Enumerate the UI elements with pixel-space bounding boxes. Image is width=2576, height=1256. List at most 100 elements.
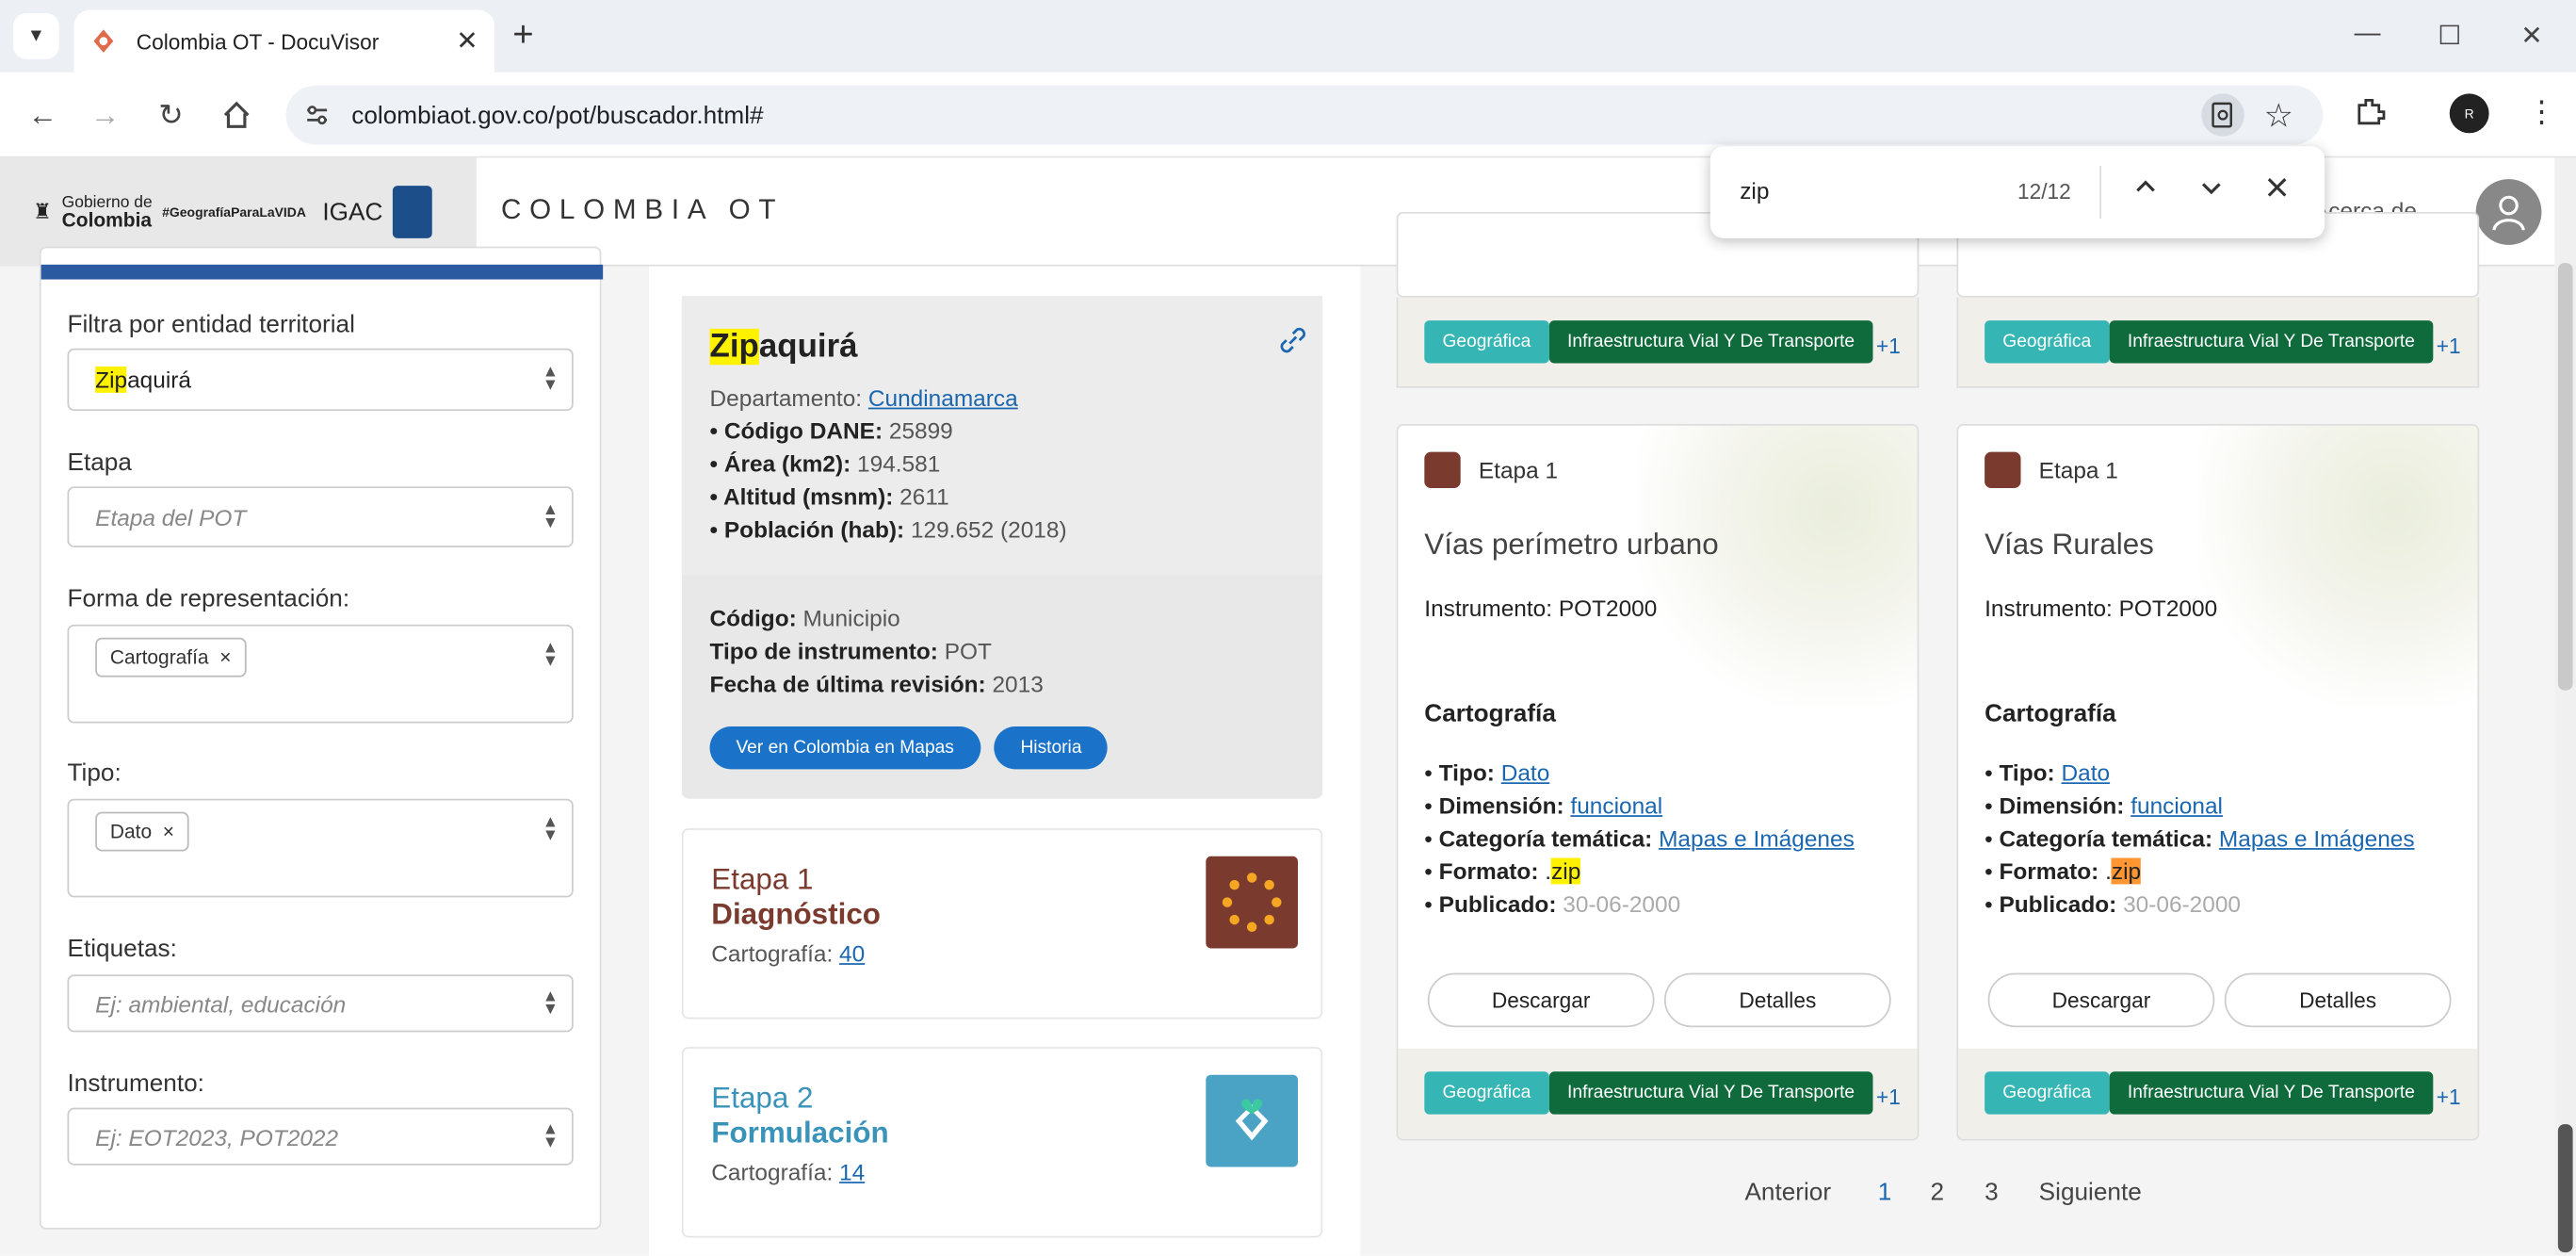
pager-prev[interactable]: Anterior: [1744, 1179, 1831, 1207]
type-link[interactable]: Dato: [1501, 759, 1550, 786]
more-tags[interactable]: +1: [2437, 334, 2461, 358]
stage-count-label: Cartografía:: [711, 1158, 834, 1185]
home-icon[interactable]: [217, 95, 256, 135]
igac-logo: IGAC: [322, 198, 383, 226]
back-icon[interactable]: ←: [23, 95, 62, 135]
pager-page-2[interactable]: 2: [1931, 1179, 1945, 1207]
published-label: Publicado:: [1999, 890, 2117, 918]
card-format-row: • Formato: .zip: [1985, 857, 2142, 885]
stage-count-link[interactable]: 14: [839, 1159, 865, 1185]
address-bar[interactable]: colombiaot.gov.co/pot/buscador.html#: [285, 85, 2324, 145]
extensions-icon[interactable]: [2355, 95, 2388, 137]
find-close-icon[interactable]: [2262, 172, 2292, 210]
browser-menu-icon[interactable]: ⋮: [2527, 95, 2556, 130]
link-icon[interactable]: [1276, 324, 1309, 357]
card-section: Cartografía: [1424, 700, 1556, 728]
published-value: 30-06-2000: [2123, 890, 2242, 918]
scrollbar-thumb-bottom[interactable]: [2557, 1124, 2573, 1253]
stage-count-link[interactable]: 40: [839, 940, 865, 967]
tag-geografica[interactable]: Geográfica: [1985, 320, 2110, 364]
site-info-icon[interactable]: [302, 100, 332, 138]
find-in-page-icon[interactable]: [2201, 93, 2244, 137]
download-button[interactable]: Descargar: [1427, 972, 1655, 1028]
formulation-icon: [1206, 1074, 1298, 1167]
bookmark-star-icon[interactable]: ☆: [2264, 95, 2293, 137]
more-tags[interactable]: +1: [1876, 1085, 1901, 1109]
reload-icon[interactable]: ↻: [151, 95, 190, 135]
document-card: Etapa 1 Vías Rurales Instrumento: POT200…: [1956, 424, 2480, 1141]
tag-infraestructura[interactable]: Infraestructura Vial Y De Transporte: [1548, 1071, 1873, 1115]
type-label: Tipo:: [1999, 758, 2055, 786]
type-link[interactable]: Dato: [2061, 759, 2110, 786]
scrollbar-thumb[interactable]: [2557, 263, 2573, 691]
representation-select[interactable]: Cartografía × ▲ ▼: [67, 624, 574, 724]
profile-avatar[interactable]: R: [2449, 93, 2489, 134]
tag-infraestructura[interactable]: Infraestructura Vial Y De Transporte: [1548, 320, 1873, 364]
tag-geografica[interactable]: Geográfica: [1985, 1071, 2110, 1115]
chip-remove-icon[interactable]: ×: [163, 820, 174, 842]
tags-input[interactable]: Ej: ambiental, educación ▲ ▼: [67, 974, 574, 1033]
tag-infraestructura[interactable]: Infraestructura Vial Y De Transporte: [2109, 1071, 2434, 1115]
stage-card-2[interactable]: Etapa 2 Formulación Cartografía: 14: [681, 1047, 1323, 1238]
dimension-link[interactable]: funcional: [2130, 792, 2223, 819]
code-row: Código: Municipio: [710, 605, 900, 631]
browser-tab[interactable]: Colombia OT - DocuVisor ✕: [73, 9, 495, 73]
department-row: Departamento: Cundinamarca: [710, 384, 1018, 411]
igac-seal-icon: [392, 186, 432, 238]
minimize-icon[interactable]: —: [2342, 20, 2391, 49]
window-close-icon[interactable]: ✕: [2507, 20, 2556, 53]
card-category-row: • Categoría temática: Mapas e Imágenes: [1985, 824, 2415, 852]
card-footer: Geográfica Infraestructura Vial Y De Tra…: [1398, 1048, 1918, 1139]
tag-geografica[interactable]: Geográfica: [1424, 1071, 1549, 1115]
category-link[interactable]: Mapas e Imágenes: [2219, 825, 2415, 852]
download-button[interactable]: Descargar: [1987, 972, 2215, 1028]
department-link[interactable]: Cundinamarca: [868, 384, 1018, 411]
find-count: 12/12: [2017, 179, 2071, 204]
details-button[interactable]: Detalles: [2224, 972, 2452, 1028]
stage-select[interactable]: Etapa del POT ▲ ▼: [67, 486, 574, 547]
dane-value: 25899: [888, 417, 953, 444]
card-title: Vías Rurales: [1985, 527, 2154, 561]
stage-number: Etapa 1: [711, 862, 814, 896]
card-title: Vías perímetro urbano: [1424, 527, 1719, 561]
entity-select[interactable]: Zipaquirá ▲ ▼: [67, 348, 574, 412]
find-next-icon[interactable]: [2196, 172, 2226, 210]
type-filter-label: Tipo:: [67, 758, 122, 788]
history-button[interactable]: Historia: [994, 726, 1109, 770]
dimension-link[interactable]: funcional: [1570, 792, 1662, 819]
user-avatar[interactable]: [2475, 179, 2542, 245]
forward-icon[interactable]: →: [86, 95, 125, 135]
new-tab-button[interactable]: +: [512, 13, 533, 56]
more-tags[interactable]: +1: [2437, 1085, 2461, 1109]
category-link[interactable]: Mapas e Imágenes: [1659, 825, 1855, 852]
format-value: zip: [1551, 857, 1581, 885]
tab-list-button[interactable]: ▼: [12, 12, 59, 59]
pager-next[interactable]: Siguiente: [2039, 1179, 2142, 1207]
instrument-label: Tipo de instrumento:: [709, 637, 938, 664]
instrument-input[interactable]: Ej: EOT2023, POT2022 ▲ ▼: [67, 1107, 574, 1166]
tag-infraestructura[interactable]: Infraestructura Vial Y De Transporte: [2109, 320, 2434, 364]
pager-page-3[interactable]: 3: [1985, 1179, 1999, 1207]
card-dimension-row: • Dimensión: funcional: [1985, 791, 2223, 819]
card-dimension-row: • Dimensión: funcional: [1424, 791, 1663, 819]
user-icon: [2492, 195, 2525, 231]
details-button[interactable]: Detalles: [1663, 972, 1891, 1028]
more-tags[interactable]: +1: [1876, 334, 1901, 358]
chip-remove-icon[interactable]: ×: [219, 646, 231, 669]
stage-card-1[interactable]: Etapa 1 Diagnóstico Cartografía: 40: [681, 828, 1323, 1019]
chip-label: Dato: [109, 820, 153, 843]
pager-page-1[interactable]: 1: [1878, 1179, 1892, 1207]
tag-geografica[interactable]: Geográfica: [1424, 320, 1549, 364]
type-select[interactable]: Dato × ▲ ▼: [67, 798, 574, 898]
revision-label: Fecha de última revisión:: [709, 670, 986, 697]
find-input[interactable]: zip: [1740, 177, 1769, 204]
view-maps-button[interactable]: Ver en Colombia en Mapas: [709, 726, 980, 770]
tags-placeholder: Ej: ambiental, educación: [95, 989, 347, 1017]
close-tab-icon[interactable]: ✕: [456, 24, 478, 57]
find-prev-icon[interactable]: [2130, 172, 2160, 210]
maximize-icon[interactable]: ☐: [2425, 20, 2474, 53]
card-stage: Etapa 1: [2038, 456, 2118, 483]
population-label: • Población (hab):: [709, 515, 905, 543]
dane-row: • Código DANE: 25899: [710, 417, 953, 444]
brand-title: COLOMBIA OT: [501, 193, 785, 225]
